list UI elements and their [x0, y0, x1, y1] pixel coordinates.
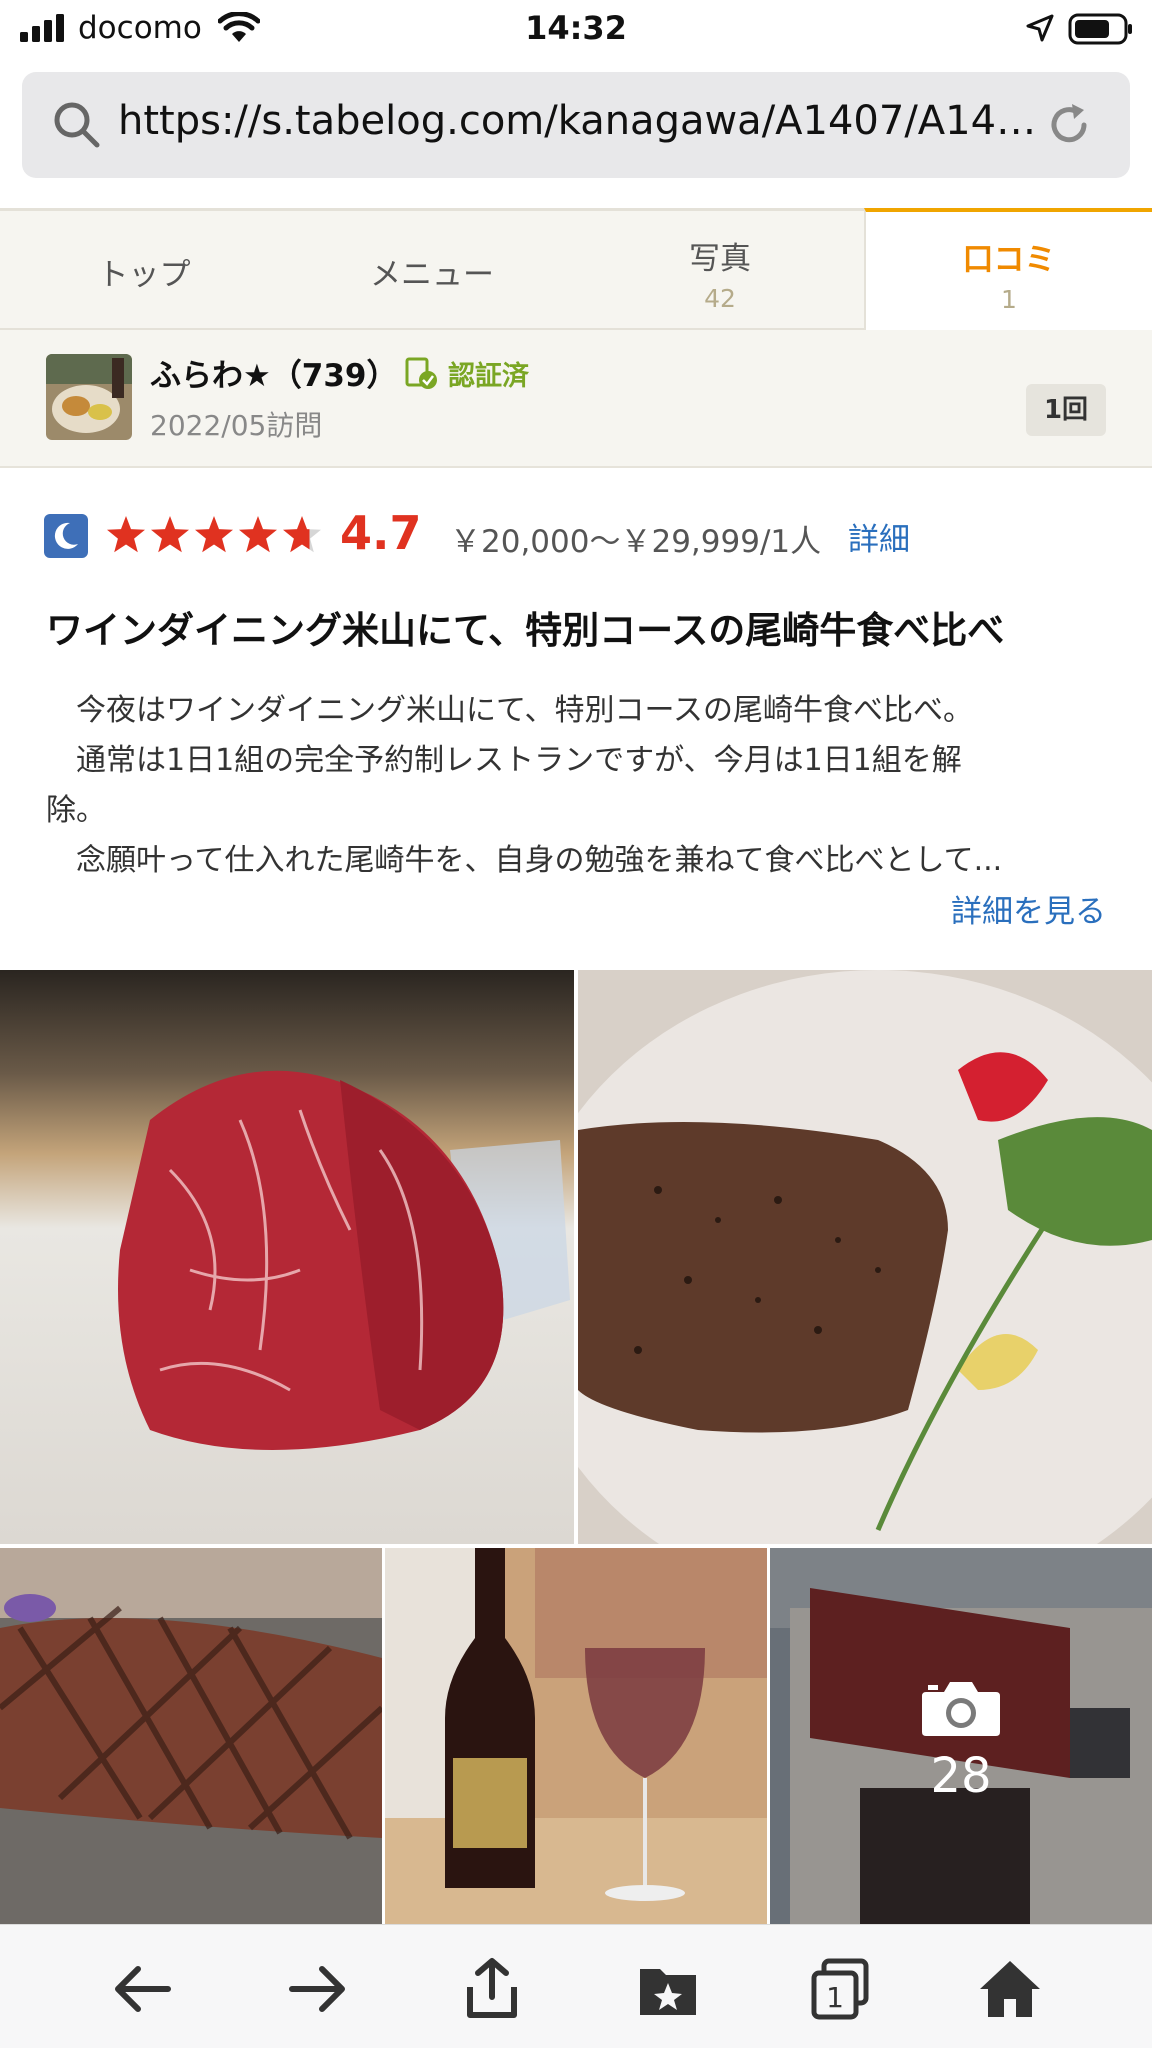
- star-rating: [107, 516, 321, 553]
- star-icon: [283, 516, 321, 553]
- verified-icon: [405, 357, 437, 389]
- photo-raw-beef[interactable]: [0, 970, 574, 1544]
- review-body: 今夜はワインダイニング米山にて、特別コースの尾崎牛食べ比べ。 通常は1日1組の完…: [46, 686, 1106, 886]
- tab-label: トップ: [97, 257, 191, 293]
- tab-reviews[interactable]: 口コミ 1: [864, 208, 1152, 330]
- rating-detail-link[interactable]: 詳細: [848, 514, 910, 559]
- photo-exterior[interactable]: 28: [770, 1548, 1152, 1924]
- camera-icon: [922, 1682, 1000, 1736]
- star-icon: [151, 516, 189, 553]
- url-text[interactable]: https://s.tabelog.com/kanagawa/A1407/A14…: [118, 98, 1058, 144]
- tab-count: 42: [704, 284, 736, 313]
- clock: 14:32: [525, 9, 627, 47]
- restaurant-tabs: トップ メニュー 写真 42 口コミ 1: [0, 208, 1152, 330]
- tab-label: メニュー: [370, 257, 494, 293]
- review-title[interactable]: ワインダイニング米山にて、特別コースの尾崎牛食べ比べ: [46, 600, 1116, 654]
- tabs-icon[interactable]: 1: [808, 1957, 872, 2021]
- star-icon: [195, 516, 233, 553]
- reviewer-name[interactable]: ふらわ★（739）: [150, 350, 398, 395]
- location-arrow-icon: [1026, 14, 1054, 42]
- star-icon: [107, 516, 145, 553]
- reviewer-header: ふらわ★（739） 認証済 2022/05訪問 1回: [0, 330, 1152, 468]
- svg-text:1: 1: [826, 1981, 844, 2014]
- price-range: ￥20,000～￥29,999/1人: [450, 524, 822, 560]
- verified-label: 認証済: [448, 361, 529, 392]
- review-body-line: 今夜はワインダイニング米山にて、特別コースの尾崎牛食べ比べ。: [46, 693, 973, 728]
- review-body-line: 念願叶って仕入れた尾崎牛を、自身の勉強を兼ねて食べ比べとして...: [46, 843, 1003, 878]
- search-icon: [54, 102, 100, 148]
- reload-icon[interactable]: [1044, 100, 1094, 150]
- share-icon[interactable]: [460, 1957, 524, 2021]
- review-body-line: 除。: [46, 793, 106, 828]
- review-body-line: 通常は1日1組の完全予約制レストランですが、今月は1日1組を解: [46, 743, 962, 778]
- address-bar[interactable]: https://s.tabelog.com/kanagawa/A1407/A14…: [22, 72, 1130, 178]
- tab-label: 写真: [689, 241, 751, 277]
- photo-more-overlay[interactable]: 28: [770, 1548, 1152, 1924]
- tab-photos[interactable]: 写真 42: [576, 211, 864, 331]
- bookmark-folder-icon[interactable]: [636, 1957, 700, 2021]
- home-icon[interactable]: [978, 1957, 1042, 2021]
- photo-wine[interactable]: [385, 1548, 767, 1924]
- tab-count: 1: [1001, 285, 1017, 314]
- tab-menu[interactable]: メニュー: [288, 211, 576, 331]
- rating-score: 4.7: [340, 506, 422, 560]
- star-icon: [239, 516, 277, 553]
- tab-top[interactable]: トップ: [0, 211, 288, 331]
- battery-icon: [1068, 13, 1132, 45]
- visit-count-badge: 1回: [1026, 384, 1106, 436]
- photo-steak-closeup[interactable]: [0, 1548, 382, 1924]
- moon-icon: [44, 514, 88, 558]
- tab-label: 口コミ: [962, 242, 1056, 278]
- status-bar: docomo 14:32: [0, 0, 1152, 58]
- back-arrow-icon[interactable]: [110, 1957, 174, 2021]
- photo-grilled-steak[interactable]: [578, 970, 1152, 1544]
- browser-toolbar: 1: [0, 1924, 1152, 2048]
- visit-date: 2022/05訪問: [150, 409, 323, 442]
- forward-arrow-icon[interactable]: [286, 1957, 350, 2021]
- rating-row: 4.7 ￥20,000～￥29,999/1人 詳細: [0, 500, 1152, 572]
- avatar[interactable]: [46, 354, 132, 440]
- read-more-link[interactable]: 詳細を見る: [0, 886, 1106, 931]
- photo-more-count: 28: [930, 1748, 992, 1804]
